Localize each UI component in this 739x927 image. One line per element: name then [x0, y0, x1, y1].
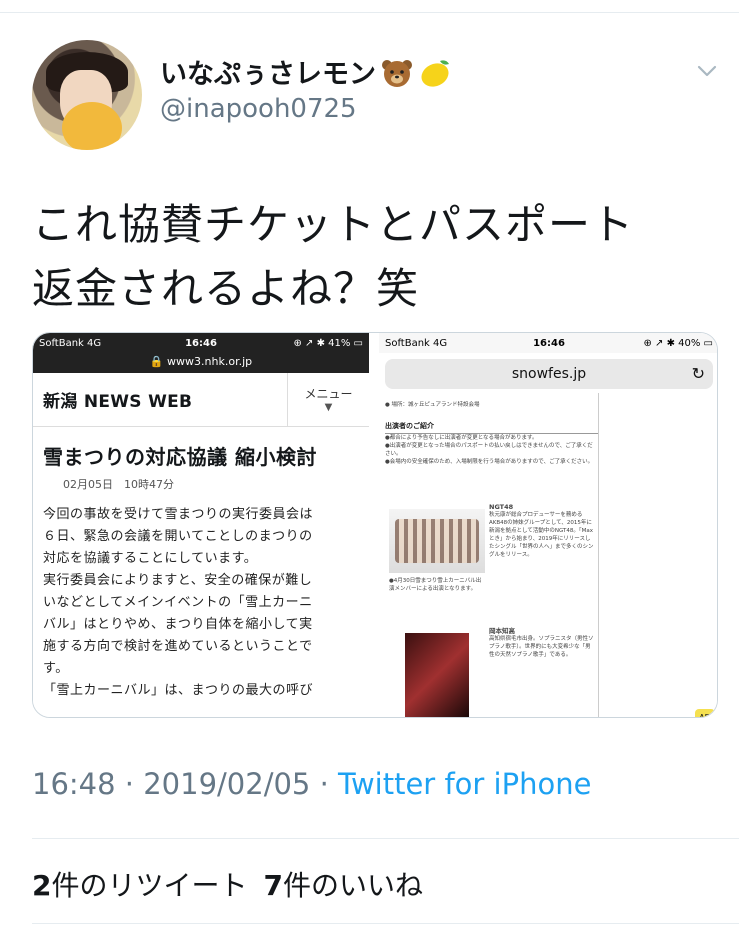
- photo-caption: ●4月30日雪まつり雪上カーニバル出演メンバーによる出演となります。: [389, 578, 482, 592]
- avatar[interactable]: [32, 40, 142, 150]
- tweet-text: これ協賛チケットとパスポート 返金されるよね？笑: [32, 193, 712, 321]
- content-column: ● 場所：城ヶ丘ピュアランド特設会場 出演者のご紹介 ●都合により予告なしに出演…: [385, 393, 599, 717]
- url-bar: 🔒 www3.nhk.or.jp: [33, 353, 369, 373]
- status-bar: SoftBank 4G 16:46 ⊕ ↗ ✱ 40% ▭: [379, 333, 717, 353]
- venue-text: ● 場所：城ヶ丘ピュアランド特設会場: [385, 402, 480, 408]
- ngt-text: 秋元康が総合プロデューサーを務めるAKB48の姉妹グループとして、2015年に新…: [489, 512, 594, 558]
- article-line: 「雪上カーニバル」は、まつりの最大の呼び: [43, 683, 314, 698]
- lemon-icon: [421, 59, 449, 87]
- ngt-name: NGT48: [489, 503, 514, 511]
- menu-arrow-icon: ▼: [324, 401, 333, 413]
- performers-heading: 出演者のご紹介: [385, 417, 598, 434]
- retweets-link[interactable]: 2件のリツイート: [32, 869, 248, 902]
- okamoto-name: 岡本知高: [489, 627, 515, 635]
- user-handle[interactable]: @inapooh0725: [160, 94, 357, 124]
- display-name-text: いなぷぅさレモン: [160, 59, 376, 90]
- note: ●出演者が変更となった場合のパスポートの払い戻しはできませんので、ご了承ください…: [385, 443, 593, 457]
- site-brand: 新潟 NEWS WEB: [43, 392, 193, 412]
- tweet-text-line: 返金されるよね？笑: [32, 264, 420, 313]
- group-members: [395, 519, 479, 563]
- likes-link[interactable]: 7件のいいね: [264, 869, 424, 902]
- chevron-down-icon[interactable]: [696, 60, 718, 82]
- menu-button: メニュー ▼: [287, 372, 369, 427]
- article-body: 今回の事故を受けて雪まつりの実行委員会は ６日、緊急の会議を開いてことしのまつり…: [33, 492, 369, 702]
- ngt-block: NGT48 秋元康が総合プロデューサーを務めるAKB48の姉妹グループとして、2…: [489, 503, 595, 559]
- timestamp-text: 16:48 · 2019/02/05 ·: [32, 767, 339, 801]
- singer-photo: [405, 633, 469, 717]
- like-label: 件のいいね: [282, 869, 423, 902]
- note: ●都合により予告なしに出演者が変更となる場合があります。: [385, 435, 538, 441]
- tweet-timestamp: 16:48 · 2019/02/05 · Twitter for iPhone: [32, 767, 591, 801]
- article-line: 施する方向で検討を進めているということで: [43, 639, 313, 654]
- url-text: snowfes.jp: [511, 366, 587, 382]
- article-line: 実行委員会によりますと、安全の確保が難し: [43, 573, 313, 588]
- okamoto-block: 岡本知高 高知県宿毛市出身。ソプラニスタ（男性ソプラノ歌手）。世界的にも大変希少…: [489, 627, 595, 659]
- url-bar: snowfes.jp ↻: [385, 359, 713, 389]
- article-line: 今回の事故を受けて雪まつりの実行委員会は: [43, 507, 314, 522]
- stats-divider-top: [32, 838, 739, 839]
- reload-icon: ↻: [691, 364, 705, 383]
- nhk-header: 新潟 NEWS WEB メニュー ▼: [33, 372, 369, 427]
- status-time: 16:46: [185, 337, 217, 349]
- engagement-stats: 2件のリツイート 7件のいいね: [32, 864, 423, 904]
- tweet-text-line: これ協賛チケットとパスポート: [32, 200, 635, 249]
- like-count: 7: [263, 869, 283, 902]
- article-line: バル」はとりやめ、まつり自体を縮小して実: [43, 617, 313, 632]
- media-image-nhk[interactable]: SoftBank 4G 16:46 ⊕ ↗ ✱ 41% ▭ 🔒 www3.nhk…: [33, 333, 373, 717]
- okamoto-text: 高知県宿毛市出身。ソプラニスタ（男性ソプラノ歌手）。世界的にも大変希少な「男性の…: [489, 636, 594, 658]
- sticker-icon: AD: [695, 709, 715, 717]
- article-line: いなどとしてメインイベントの「雪上カーニ: [43, 595, 313, 610]
- menu-label: メニュー: [304, 386, 353, 401]
- retweet-label: 件のリツイート: [51, 869, 248, 902]
- retweet-count: 2: [32, 869, 52, 902]
- bear-icon: [382, 59, 412, 87]
- status-time: 16:46: [533, 337, 565, 349]
- top-divider: [0, 12, 739, 13]
- article-line: す。: [43, 661, 69, 676]
- snowfes-page: ● 場所：城ヶ丘ピュアランド特設会場 出演者のご紹介 ●都合により予告なしに出演…: [379, 393, 717, 717]
- note: ●会場内の安全確保のため、入場制限を行う場合がありますので、ご了承ください。: [385, 459, 594, 465]
- article-line: 対応を協議することにしています。: [43, 551, 258, 566]
- stats-divider-bottom: [32, 923, 739, 924]
- article-headline: 雪まつりの対応協議 縮小検討: [43, 445, 317, 469]
- display-name[interactable]: いなぷぅさレモン: [160, 52, 452, 91]
- group-photo: [389, 509, 485, 573]
- status-bar: SoftBank 4G 16:46 ⊕ ↗ ✱ 41% ▭: [33, 333, 369, 353]
- media-image-snowfes[interactable]: SoftBank 4G 16:46 ⊕ ↗ ✱ 40% ▭ snowfes.jp…: [379, 333, 717, 717]
- media-grid[interactable]: SoftBank 4G 16:46 ⊕ ↗ ✱ 41% ▭ 🔒 www3.nhk…: [32, 332, 718, 718]
- article-date: 02月05日 10時47分: [63, 478, 174, 491]
- source-link[interactable]: Twitter for iPhone: [338, 767, 591, 801]
- article-line: ６日、緊急の会議を開いてことしのまつりの: [43, 529, 313, 544]
- avatar-toy: [62, 102, 122, 150]
